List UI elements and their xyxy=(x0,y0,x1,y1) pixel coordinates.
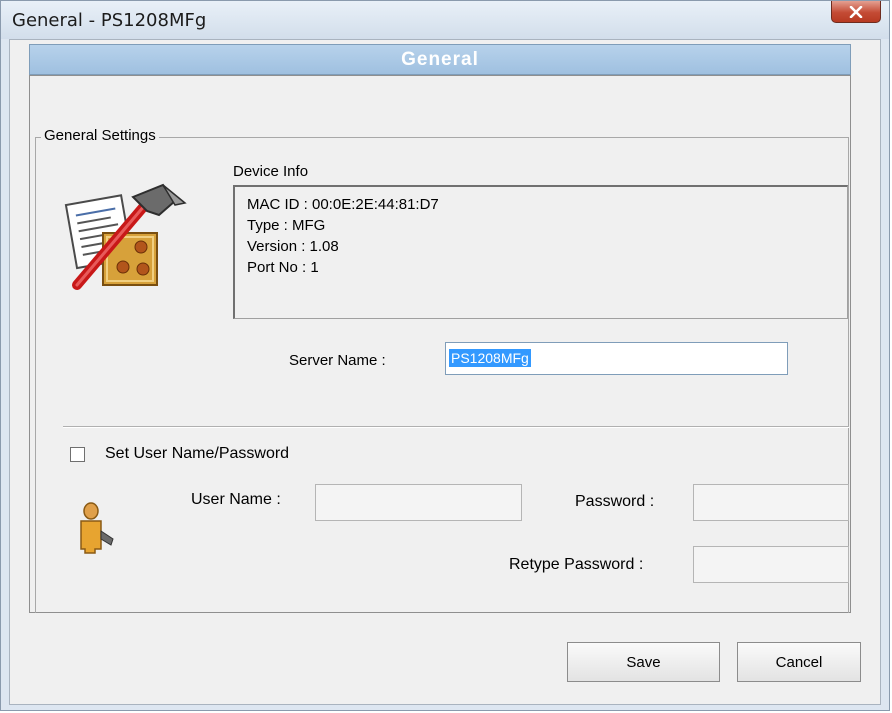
settings-tools-icon xyxy=(64,183,187,290)
port-no-text: Port No : 1 xyxy=(247,259,319,276)
user-name-label: User Name : xyxy=(191,491,281,508)
section-header: General xyxy=(29,44,851,75)
user-name-input[interactable] xyxy=(315,484,522,521)
server-name-value: PS1208MFg xyxy=(449,349,531,367)
retype-password-label: Retype Password : xyxy=(509,556,644,573)
title-bar[interactable]: General - PS1208MFg xyxy=(1,1,889,39)
type-text: Type : MFG xyxy=(247,217,326,234)
version-text: Version : 1.08 xyxy=(247,238,339,255)
group-label: General Settings xyxy=(41,127,159,144)
close-icon xyxy=(849,5,863,18)
window-title: General - PS1208MFg xyxy=(12,10,207,31)
mac-id-text: MAC ID : 00:0E:2E:44:81:D7 xyxy=(247,196,439,213)
section-header-title: General xyxy=(401,49,479,70)
set-credentials-checkbox[interactable] xyxy=(70,447,85,462)
server-name-input[interactable]: PS1208MFg xyxy=(445,342,788,375)
set-credentials-label[interactable]: Set User Name/Password xyxy=(105,445,289,463)
dialog-window: General - PS1208MFg General General Sett… xyxy=(0,0,890,711)
device-info-label: Device Info xyxy=(233,163,309,180)
password-input[interactable] xyxy=(693,484,849,521)
device-info-box: MAC ID : 00:0E:2E:44:81:D7 Type : MFG Ve… xyxy=(233,185,848,319)
close-button[interactable] xyxy=(831,1,881,23)
password-label: Password : xyxy=(575,493,655,510)
user-icon xyxy=(80,502,114,554)
retype-password-input[interactable] xyxy=(693,546,849,583)
cancel-button[interactable]: Cancel xyxy=(737,642,861,682)
save-button[interactable]: Save xyxy=(567,642,720,682)
divider xyxy=(63,426,849,428)
server-name-label: Server Name : xyxy=(289,352,386,369)
